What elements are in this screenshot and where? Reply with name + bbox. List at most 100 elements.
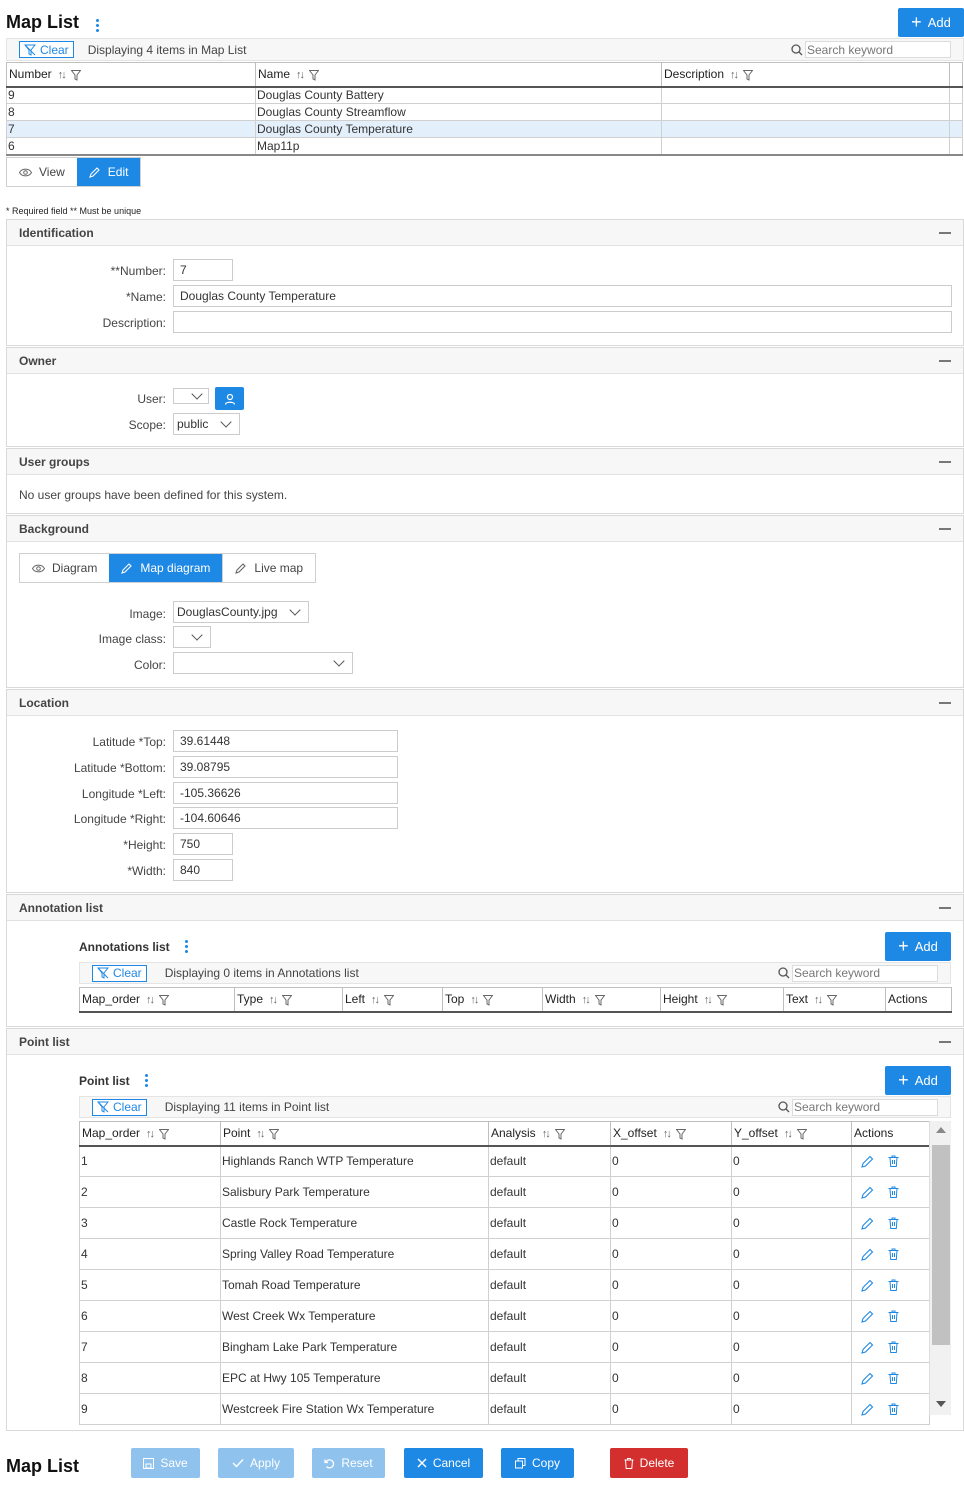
height-field[interactable]: 750 [173,833,233,855]
number-field[interactable]: 7 [173,259,233,281]
description-field[interactable] [173,311,952,333]
filter-icon[interactable] [159,994,170,1006]
latitude-bottom-field[interactable]: 39.08795 [173,756,398,778]
filter-icon[interactable] [269,1128,280,1140]
filter-icon[interactable] [796,1128,807,1140]
collapse-icon[interactable] [939,231,951,234]
delete-trash-icon[interactable] [888,1248,899,1260]
search-input[interactable]: Search keyword [792,1098,938,1116]
delete-trash-icon[interactable] [888,1310,899,1322]
location-header[interactable]: Location [7,690,963,716]
column-header-left[interactable]: Left ↑↓ [342,987,443,1013]
column-header-analysis[interactable]: Analysis ↑↓ [488,1121,611,1147]
filter-icon[interactable] [594,994,605,1006]
user-picker-button[interactable] [215,387,244,410]
filter-icon[interactable] [159,1128,170,1140]
table-row[interactable]: 6 Map11p [6,137,963,156]
table-row[interactable]: 1 Highlands Ranch WTP Temperature default 0… [79,1145,930,1177]
scroll-down-icon[interactable] [936,1401,946,1407]
image-select[interactable]: DouglasCounty.jpg [173,601,309,623]
tab-view[interactable]: View [7,158,77,186]
scrollbar-thumb[interactable] [932,1145,950,1345]
edit-pencil-icon[interactable] [861,1279,874,1292]
add-point-button[interactable]: + Add [885,1066,951,1095]
table-row[interactable]: 6 West Creek Wx Temperature default 0 0 [79,1300,930,1332]
scope-select[interactable]: public [173,413,240,435]
color-select[interactable] [173,652,353,674]
cancel-button[interactable]: Cancel [404,1448,483,1478]
search-input[interactable]: Search keyword [792,964,938,982]
delete-button[interactable]: Delete [610,1448,688,1478]
longitude-right-field[interactable]: -104.60646 [173,807,398,829]
tab-edit[interactable]: Edit [76,158,141,186]
table-row[interactable]: 9 Douglas County Battery [6,86,963,104]
filter-icon[interactable] [70,69,81,81]
tab-live-map[interactable]: Live map [222,554,316,582]
filter-icon[interactable] [483,994,494,1006]
column-header-top[interactable]: Top ↑↓ [442,987,543,1013]
identification-header[interactable]: Identification [7,220,963,246]
column-header-x-offset[interactable]: X_offset ↑↓ [610,1121,732,1147]
width-field[interactable]: 840 [173,859,233,881]
edit-pencil-icon[interactable] [861,1248,874,1261]
user-groups-header[interactable]: User groups [7,449,963,475]
filter-icon[interactable] [827,994,838,1006]
clear-filter-button[interactable]: Clear [19,41,74,58]
collapse-icon[interactable] [939,1040,951,1043]
filter-icon[interactable] [282,994,293,1006]
column-header-map-order[interactable]: Map_order ↑↓ [79,987,235,1013]
edit-pencil-icon[interactable] [861,1217,874,1230]
save-button[interactable]: Save [131,1448,200,1478]
edit-pencil-icon[interactable] [861,1186,874,1199]
longitude-left-field[interactable]: -105.36626 [173,782,398,804]
collapse-icon[interactable] [939,906,951,909]
delete-trash-icon[interactable] [888,1279,899,1291]
annotation-list-header[interactable]: Annotation list [7,895,963,921]
column-header-name[interactable]: Name ↑↓ [255,62,662,88]
collapse-icon[interactable] [939,527,951,530]
latitude-top-field[interactable]: 39.61448 [173,730,398,752]
delete-trash-icon[interactable] [888,1372,899,1384]
delete-trash-icon[interactable] [888,1155,899,1168]
name-field[interactable]: Douglas County Temperature [173,285,952,307]
delete-trash-icon[interactable] [888,1186,899,1198]
column-header-y-offset[interactable]: Y_offset ↑↓ [731,1121,852,1147]
edit-pencil-icon[interactable] [861,1341,874,1354]
tab-map-diagram[interactable]: Map diagram [109,554,223,582]
filter-icon[interactable] [743,69,754,81]
user-select[interactable] [173,388,209,404]
point-list-header[interactable]: Point list [7,1029,963,1055]
column-header-height[interactable]: Height ↑↓ [660,987,784,1013]
add-map-button[interactable]: + Add [898,8,964,37]
table-row[interactable]: 8 EPC at Hwy 105 Temperature default 0 0 [79,1362,930,1394]
add-annotation-button[interactable]: + Add [885,932,951,961]
tab-diagram[interactable]: Diagram [20,554,110,582]
collapse-icon[interactable] [939,359,951,362]
column-header-map-order[interactable]: Map_order ↑↓ [79,1121,221,1147]
edit-pencil-icon[interactable] [861,1403,874,1416]
column-header-type[interactable]: Type ↑↓ [234,987,343,1013]
table-row[interactable]: 9 Westcreek Fire Station Wx Temperature de… [79,1393,930,1425]
owner-header[interactable]: Owner [7,348,963,374]
copy-button[interactable]: Copy [501,1448,574,1478]
menu-kebab-icon[interactable] [95,19,99,32]
table-row[interactable]: 8 Douglas County Streamflow [6,103,963,121]
table-row[interactable]: 3 Castle Rock Temperature default 0 0 [79,1207,930,1239]
point-list-scrollbar[interactable] [929,1121,951,1415]
filter-icon[interactable] [716,994,727,1006]
annotations-kebab-icon[interactable] [184,940,188,953]
column-header-width[interactable]: Width ↑↓ [542,987,661,1013]
column-header-description[interactable]: Description ↑↓ [661,62,950,88]
edit-pencil-icon[interactable] [861,1372,874,1385]
search-input[interactable]: Search keyword [805,41,951,58]
point-list-kebab-icon[interactable] [144,1074,148,1087]
reset-button[interactable]: Reset [312,1448,385,1478]
clear-filter-button[interactable]: Clear [92,964,147,982]
collapse-icon[interactable] [939,460,951,463]
column-header-point[interactable]: Point ↑↓ [220,1121,489,1147]
background-header[interactable]: Background [7,516,963,542]
scroll-up-icon[interactable] [936,1127,946,1133]
table-row[interactable]: 7 Bingham Lake Park Temperature default 0 0 [79,1331,930,1363]
table-row[interactable]: 4 Spring Valley Road Temperature default 0 0 [79,1238,930,1270]
edit-pencil-icon[interactable] [861,1155,874,1168]
